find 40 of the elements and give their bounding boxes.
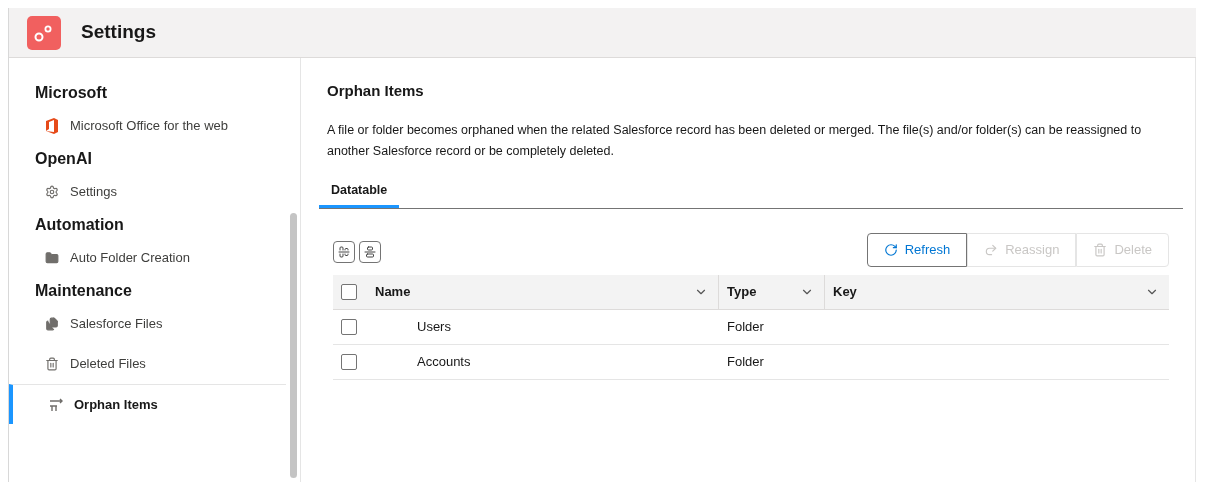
row-checkbox[interactable]	[341, 353, 357, 370]
table-cell: Folder	[727, 353, 764, 369]
files-icon	[45, 317, 59, 331]
table-cell: Users	[417, 318, 451, 334]
gears-app-icon	[27, 15, 61, 50]
sidebar-heading: OpenAI	[34, 149, 93, 169]
table-cell: Folder	[727, 318, 764, 334]
expand-all-button[interactable]	[359, 240, 381, 263]
gear-icon	[45, 185, 59, 199]
column-header[interactable]: Key	[825, 274, 1169, 309]
tab[interactable]: Datatable	[319, 175, 400, 208]
collapse-all-button[interactable]	[333, 240, 355, 263]
column-header[interactable]: Name	[365, 274, 719, 309]
app-title: Settings	[81, 20, 156, 45]
office-logo-icon	[45, 118, 59, 134]
branch-lines-icon	[49, 397, 63, 412]
redo-arrow-icon	[984, 242, 999, 257]
select-all-checkbox[interactable]	[341, 283, 357, 300]
align-center-icon	[338, 245, 350, 258]
page-description: A file or folder becomes orphaned when the related Salesforce record has been deleted or merged. The file(s) and/or folder(s) can be reassigned to another Salesforce record or be completely deleted.	[326, 121, 1143, 160]
page-title: Orphan Items	[326, 81, 425, 101]
trash-icon	[45, 357, 59, 371]
sidebar-item[interactable]: Auto Folder Creation	[9, 238, 286, 278]
sidebar-heading: Microsoft	[34, 83, 108, 103]
trash-icon	[1093, 242, 1108, 257]
align-justify-icon	[364, 245, 376, 258]
sidebar-item[interactable]: Deleted Files	[9, 344, 286, 384]
table-cell: Accounts	[417, 353, 471, 369]
refresh-icon	[883, 242, 898, 257]
sidebar-item[interactable]: Settings	[9, 172, 286, 212]
sidebar-item[interactable]: Orphan Items	[9, 384, 286, 424]
action-button[interactable]: Refresh	[866, 232, 968, 267]
sidebar-item[interactable]: Microsoft Office for the web	[9, 106, 286, 146]
folder-icon	[45, 251, 59, 265]
scrollbar-thumb[interactable]	[289, 213, 297, 478]
sidebar-item[interactable]: Salesforce Files	[9, 304, 286, 344]
sidebar-heading: Automation	[34, 215, 125, 235]
row-checkbox[interactable]	[341, 318, 357, 335]
column-header[interactable]: Type	[719, 274, 825, 309]
sidebar-heading: Maintenance	[34, 281, 133, 301]
